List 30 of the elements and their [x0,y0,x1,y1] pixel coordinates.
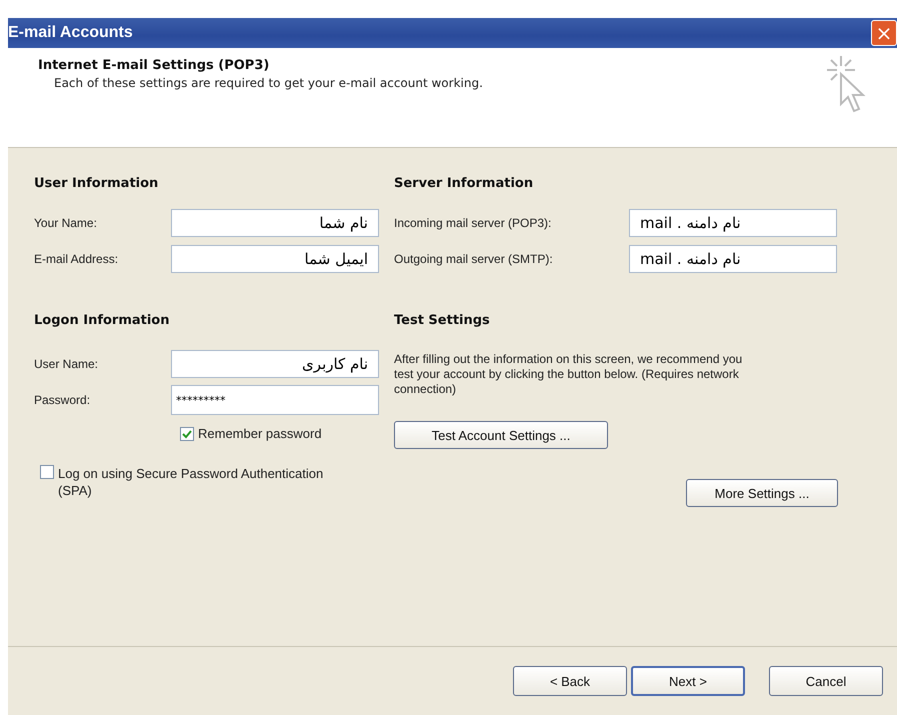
field-label: Incoming mail server (POP3): [394,216,552,230]
checkbox[interactable] [180,426,194,440]
wizard-button[interactable]: < Back [513,666,627,696]
text-field[interactable]: نام شما [171,209,379,237]
page-heading: Internet E-mail Settings (POP3) [38,58,270,73]
window-title: E-mail Accounts [8,24,133,42]
wizard-button[interactable]: Cancel [769,666,883,696]
field-label: Your Name: [34,216,98,230]
wizard-button[interactable]: Next > [631,666,745,696]
text-field[interactable]: ایمیل شما [171,245,379,273]
text-field[interactable]: نام کاربری [171,350,379,378]
text-field[interactable]: ********* [171,385,379,415]
checkbox-label[interactable]: Remember password [198,426,322,441]
section-heading: Logon Information [34,313,170,328]
checkbox[interactable] [40,465,54,479]
section-heading: Test Settings [394,313,491,328]
field-label: User Name: [34,357,100,371]
field-label: Outgoing mail server (SMTP): [394,252,554,266]
text-field[interactable]: mail . نام دامنه [629,209,837,237]
test-settings-description: After filling out the information on this screen, we recommend you test your account by clicking the button below. (Requires network connection) [394,352,744,397]
close-button[interactable]: × [871,20,897,46]
page-description: Each of these settings are required to get your e-mail account working. [53,76,483,90]
text-field[interactable]: mail . نام دامنه [629,245,837,273]
section-heading: Server Information [394,176,534,191]
checkbox-label[interactable]: Log on using Secure Password Authentication (SPA) [58,465,328,499]
field-label: Password: [34,393,92,407]
test-account-settings-button[interactable]: Test Account Settings ... [394,421,608,449]
field-label: E-mail Address: [34,252,120,266]
more-settings-button[interactable]: More Settings ... [686,479,838,507]
section-heading: User Information [34,176,160,191]
